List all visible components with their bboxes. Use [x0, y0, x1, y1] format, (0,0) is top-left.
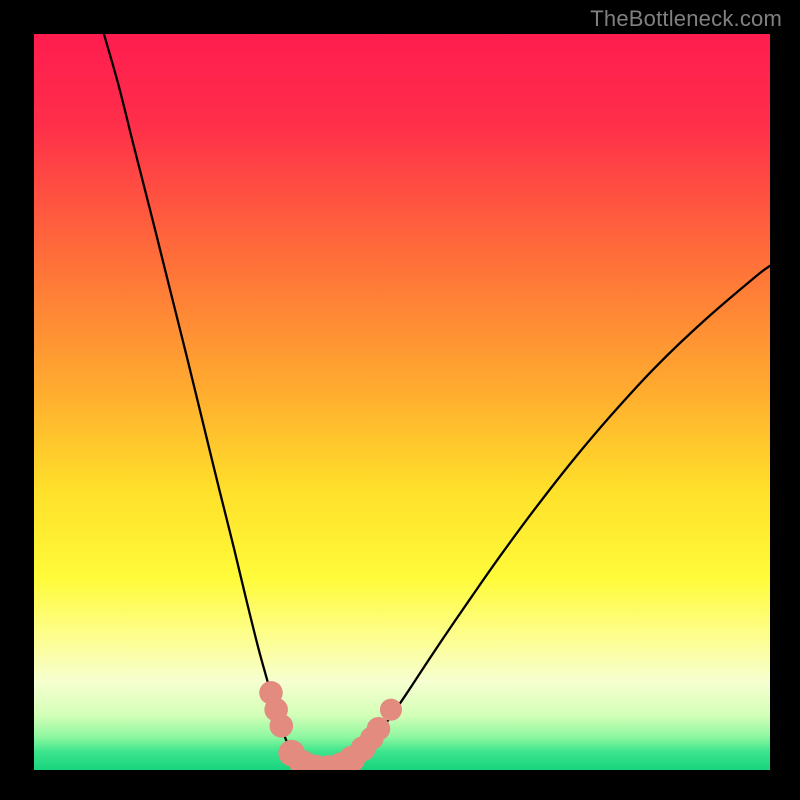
watermark-text: TheBottleneck.com — [590, 6, 782, 32]
data-marker — [270, 714, 294, 738]
chart-svg — [0, 0, 800, 800]
gradient-background — [34, 34, 770, 770]
data-marker — [367, 717, 391, 741]
data-marker — [380, 699, 402, 721]
chart-root: TheBottleneck.com — [0, 0, 800, 800]
